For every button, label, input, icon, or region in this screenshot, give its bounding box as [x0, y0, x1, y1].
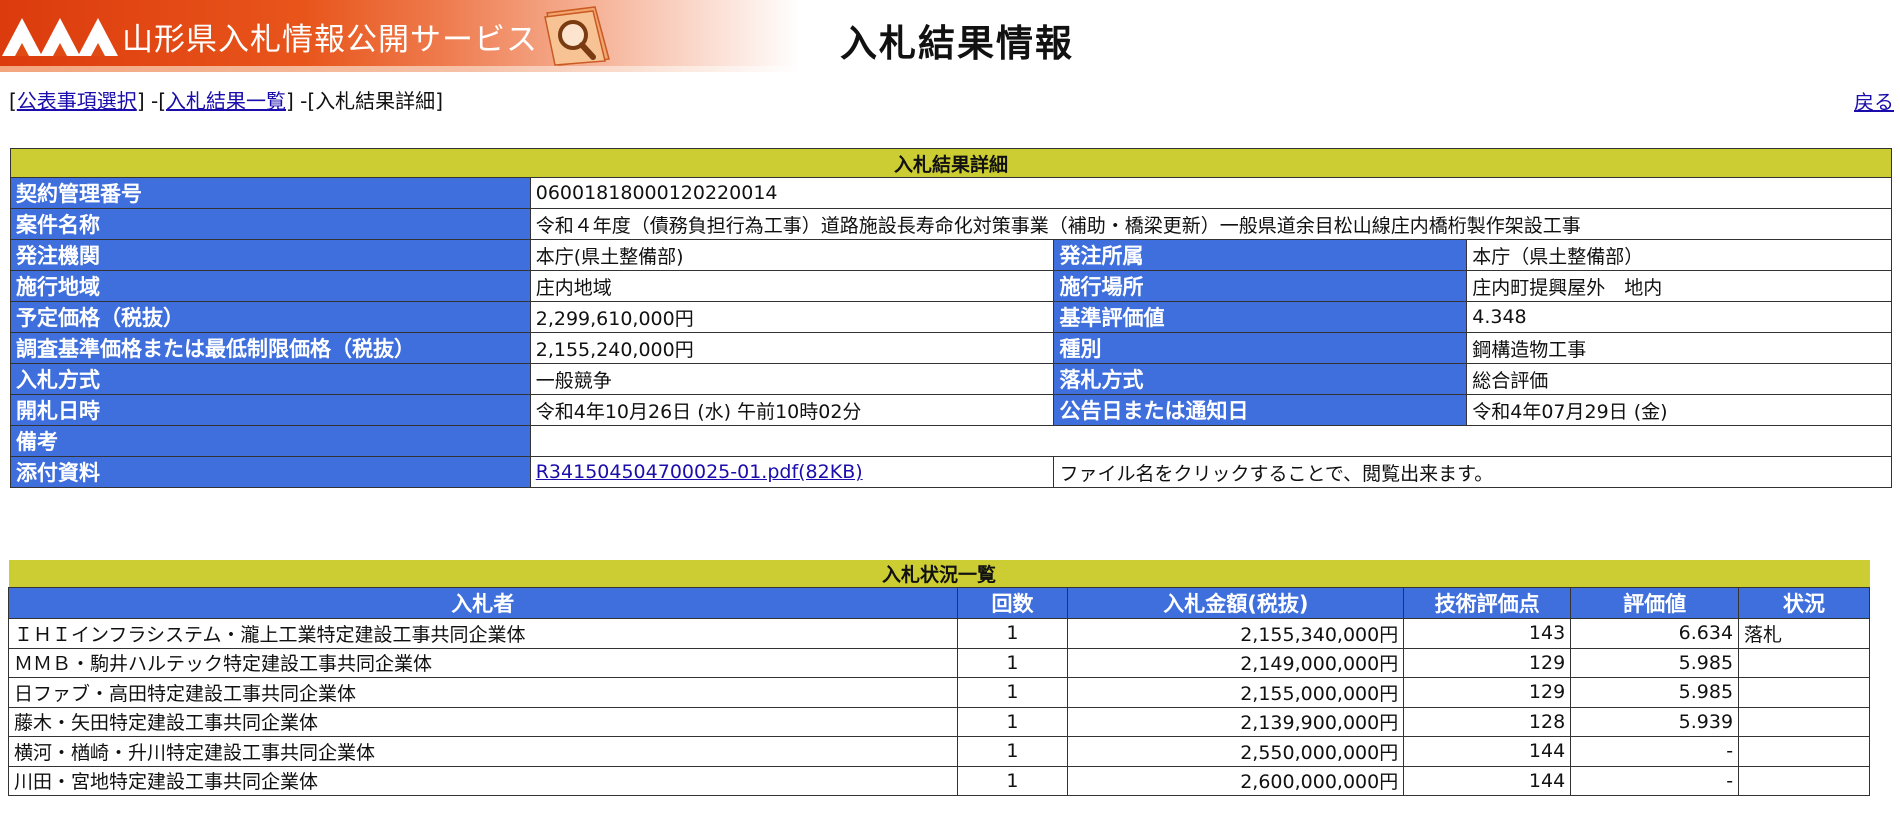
bidder-name: 横河・楢崎・升川特定建設工事共同企業体: [8, 736, 958, 767]
column-header-bidder: 入札者: [8, 587, 958, 619]
bid-round: 1: [956, 765, 1069, 796]
bidder-name: ＭＭＢ・駒井ハルテック特定建設工事共同企業体: [8, 647, 958, 678]
bidder-name: ＩＨＩインフラシステム・瀧上工業特定建設工事共同企業体: [8, 618, 958, 649]
bid-status-table: 入札状況一覧 入札者 回数 入札金額(税抜) 技術評価点 評価値 状況 ＩＨＩイ…: [8, 560, 1870, 796]
magnifier-folder-icon: [544, 6, 610, 66]
eval-value: 5.985: [1570, 647, 1740, 678]
breadcrumb-link-result-list[interactable]: 入札結果一覧: [166, 89, 286, 113]
bid-method-value: 一般競争: [529, 363, 1055, 395]
location-label: 施行場所: [1053, 270, 1468, 302]
column-header-amount: 入札金額(税抜): [1067, 587, 1405, 619]
table-row: ＭＭＢ・駒井ハルテック特定建設工事共同企業体 1 2,149,000,000円 …: [8, 647, 1870, 678]
contract-no-label: 契約管理番号: [10, 177, 531, 209]
bid-method-label: 入札方式: [10, 363, 531, 395]
remarks-label: 備考: [10, 425, 531, 457]
table-row: 横河・楢崎・升川特定建設工事共同企業体 1 2,550,000,000円 144…: [8, 736, 1870, 767]
detail-caption: 入札結果詳細: [10, 148, 1892, 178]
bid-round: 1: [956, 618, 1069, 649]
bidder-name: 川田・宮地特定建設工事共同企業体: [8, 765, 958, 796]
award-method-label: 落札方式: [1053, 363, 1468, 395]
min-price-label: 調査基準価格または最低制限価格（税抜）: [10, 332, 531, 364]
column-header-eval-value: 評価値: [1570, 587, 1740, 619]
table-row: 日ファブ・高田特定建設工事共同企業体 1 2,155,000,000円 129 …: [8, 677, 1870, 708]
base-eval-label: 基準評価値: [1053, 301, 1468, 333]
attachment-cell: R341504504700025-01.pdf(82KB): [529, 456, 1055, 488]
tech-score: 144: [1403, 765, 1572, 796]
open-date-label: 開札日時: [10, 394, 531, 426]
tech-score: 129: [1403, 677, 1572, 708]
office-value: 本庁（県土整備部）: [1466, 239, 1892, 271]
column-header-status: 状況: [1738, 587, 1870, 619]
breadcrumb-link-notice-select[interactable]: 公表事項選択: [17, 89, 137, 113]
column-header-tech-score: 技術評価点: [1403, 587, 1572, 619]
area-value: 庄内地域: [529, 270, 1055, 302]
logo-mountains-icon: [2, 18, 118, 56]
office-label: 発注所属: [1053, 239, 1468, 271]
location-value: 庄内町提興屋外 地内: [1466, 270, 1892, 302]
bid-result-detail-table: 入札結果詳細 契約管理番号 06001818000120220014 案件名称 …: [10, 148, 1893, 488]
bid-amount: 2,155,340,000円: [1067, 618, 1405, 649]
bid-amount: 2,155,000,000円: [1067, 677, 1405, 708]
bid-status: [1738, 677, 1870, 708]
attachment-note: ファイル名をクリックすることで、閲覧出来ます。: [1053, 456, 1892, 488]
bid-amount: 2,550,000,000円: [1067, 736, 1405, 767]
project-name-value: 令和４年度（債務負担行為工事）道路施設長寿命化対策事業（補助・橋梁更新）一般県道…: [529, 208, 1893, 240]
planned-price-value: 2,299,610,000円: [529, 301, 1055, 333]
eval-value: 5.939: [1570, 706, 1740, 737]
min-price-value: 2,155,240,000円: [529, 332, 1055, 364]
planned-price-label: 予定価格（税抜）: [10, 301, 531, 333]
eval-value: -: [1570, 765, 1740, 796]
base-eval-value: 4.348: [1466, 301, 1892, 333]
eval-value: 5.985: [1570, 677, 1740, 708]
remarks-value: [529, 425, 1893, 457]
tech-score: 129: [1403, 647, 1572, 678]
attachment-label: 添付資料: [10, 456, 531, 488]
header: 山形県入札情報公開サービス 入札結果情報: [0, 0, 1900, 72]
bid-amount: 2,149,000,000円: [1067, 647, 1405, 678]
page-title: 入札結果情報: [840, 22, 1074, 65]
bid-round: 1: [956, 677, 1069, 708]
bid-round: 1: [956, 736, 1069, 767]
attachment-pdf-link[interactable]: R341504504700025-01.pdf(82KB): [536, 461, 863, 483]
breadcrumb-current: 入札結果詳細: [315, 89, 436, 113]
notice-date-label: 公告日または通知日: [1053, 394, 1468, 426]
brand-title: 山形県入札情報公開サービス: [122, 22, 538, 58]
back-link[interactable]: 戻る: [1854, 86, 1894, 115]
header-banner: 山形県入札情報公開サービス: [0, 0, 800, 72]
bidder-name: 日ファブ・高田特定建設工事共同企業体: [8, 677, 958, 708]
table-row: ＩＨＩインフラシステム・瀧上工業特定建設工事共同企業体 1 2,155,340,…: [8, 618, 1870, 649]
notice-date-value: 令和4年07月29日 (金): [1466, 394, 1892, 426]
award-method-value: 総合評価: [1466, 363, 1892, 395]
category-value: 鋼構造物工事: [1466, 332, 1892, 364]
open-date-value: 令和4年10月26日 (水) 午前10時02分: [529, 394, 1055, 426]
agency-label: 発注機関: [10, 239, 531, 271]
table-row: 藤木・矢田特定建設工事共同企業体 1 2,139,900,000円 128 5.…: [8, 706, 1870, 737]
tech-score: 144: [1403, 736, 1572, 767]
bid-round: 1: [956, 706, 1069, 737]
bid-status: [1738, 765, 1870, 796]
column-header-round: 回数: [956, 587, 1069, 619]
header-divider: [0, 66, 800, 72]
tech-score: 128: [1403, 706, 1572, 737]
tech-score: 143: [1403, 618, 1572, 649]
bid-amount: 2,139,900,000円: [1067, 706, 1405, 737]
area-label: 施行地域: [10, 270, 531, 302]
bid-status: [1738, 647, 1870, 678]
bid-round: 1: [956, 647, 1069, 678]
table-row: 川田・宮地特定建設工事共同企業体 1 2,600,000,000円 144 -: [8, 765, 1870, 796]
breadcrumb: [公表事項選択] -[入札結果一覧] -[入札結果詳細]: [9, 89, 443, 113]
bid-status: 落札: [1738, 618, 1870, 649]
bid-amount: 2,600,000,000円: [1067, 765, 1405, 796]
bid-status: [1738, 736, 1870, 767]
bid-status: [1738, 706, 1870, 737]
project-name-label: 案件名称: [10, 208, 531, 240]
bidder-name: 藤木・矢田特定建設工事共同企業体: [8, 706, 958, 737]
category-label: 種別: [1053, 332, 1468, 364]
eval-value: 6.634: [1570, 618, 1740, 649]
contract-no-value: 06001818000120220014: [529, 177, 1893, 209]
agency-value: 本庁(県土整備部): [529, 239, 1055, 271]
bid-status-caption: 入札状況一覧: [8, 560, 1870, 588]
eval-value: -: [1570, 736, 1740, 767]
